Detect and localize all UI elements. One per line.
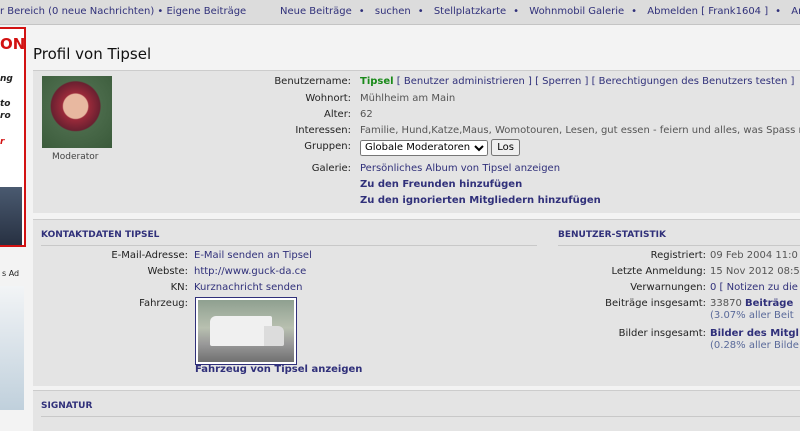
nav-gallery[interactable]: Wohnmobil Galerie [529, 6, 624, 17]
camper-cab-shape [264, 326, 284, 346]
ad-text-line: r [0, 137, 5, 147]
registered-label: Registriert: [650, 250, 706, 261]
interests-label: Interessen: [295, 125, 351, 136]
sidebar-ad-banner[interactable]: ON ng to ro r [0, 27, 26, 247]
email-label: E-Mail-Adresse: [111, 250, 188, 261]
ad-text-line: ng [0, 74, 13, 84]
stats-header: BENUTZER-STATISTIK [558, 230, 666, 240]
section-divider [558, 245, 800, 246]
gallery-link[interactable]: Persönliches Album von Tipsel anzeigen [360, 163, 560, 174]
nav-search[interactable]: suchen [375, 6, 411, 17]
camper-van-shape [210, 316, 272, 346]
images-percent: (0.28% aller Bilde [710, 340, 799, 351]
username-value: Tipsel [360, 76, 394, 87]
warnings-value[interactable]: 0 [ Notizen zu die [710, 282, 798, 293]
age-label: Alter: [324, 109, 351, 120]
page-title: Profil von Tipsel [33, 45, 152, 63]
username-label: Benutzername: [274, 76, 351, 87]
posts-count: 33870 [710, 298, 742, 309]
nav-separator: • [631, 6, 638, 17]
top-navigation-bar: r Bereich (0 neue Nachrichten) • Eigene … [0, 0, 800, 25]
images-row: Bilder des Mitgl [710, 328, 799, 339]
vehicle-thumbnail[interactable] [195, 297, 297, 365]
nav-separator: • [417, 6, 424, 17]
location-value: Mühlheim am Main [360, 93, 456, 104]
sidebar-ad-image[interactable] [0, 286, 24, 410]
contact-header: KONTAKTDATEN TIPSEL [41, 230, 160, 240]
gallery-label: Galerie: [311, 163, 351, 174]
section-divider [41, 416, 800, 417]
groups-select[interactable]: Globale Moderatoren [360, 139, 488, 156]
registered-value: 09 Feb 2004 11:0 [710, 250, 798, 261]
vehicle-label: Fahrzeug: [139, 298, 188, 309]
details-panel: KONTAKTDATEN TIPSEL E-Mail-Adresse: E-Ma… [33, 219, 800, 386]
profile-panel: Moderator Benutzername: Tipsel [ Benutze… [33, 70, 800, 213]
last-login-value: 15 Nov 2012 08:5 [710, 266, 800, 277]
admin-links[interactable]: [ Benutzer administrieren ] [ Sperren ] … [397, 76, 795, 87]
nav-new-posts[interactable]: Neue Beiträge [280, 6, 352, 17]
age-value: 62 [360, 109, 373, 120]
posts-row: 33870 Beiträge [710, 298, 793, 309]
ad-text-line: to [0, 99, 11, 109]
add-ignore-link[interactable]: Zu den ignorierten Mitgliedern hinzufüge… [360, 195, 601, 206]
ad-headline: ON [0, 35, 26, 53]
ad-text-line: ro [0, 111, 11, 121]
email-link[interactable]: E-Mail senden an Tipsel [194, 250, 312, 261]
add-friend-link[interactable]: Zu den Freunden hinzufügen [360, 179, 522, 190]
location-label: Wohnort: [305, 93, 351, 104]
nav-parking-map[interactable]: Stellplatzkarte [434, 6, 506, 17]
section-divider [41, 245, 537, 246]
interests-value: Familie, Hund,Katze,Maus, Womotouren, Le… [360, 125, 800, 136]
ad-image [0, 187, 22, 245]
groups-control: Globale Moderatoren Los [360, 139, 520, 156]
vehicle-photo [198, 300, 294, 362]
username-row: Tipsel [ Benutzer administrieren ] [ Spe… [360, 76, 794, 87]
kn-label: KN: [170, 282, 188, 293]
posts-search-link[interactable]: Beiträge [745, 298, 793, 309]
warnings-label: Verwarnungen: [630, 282, 706, 293]
signature-panel: SIGNATUR [33, 390, 800, 431]
last-login-label: Letzte Anmeldung: [611, 266, 706, 277]
user-role: Moderator [52, 152, 99, 162]
posts-label: Beiträge insgesamt: [605, 298, 706, 309]
private-area-status[interactable]: r Bereich (0 neue Nachrichten) • Eigene … [0, 6, 246, 17]
nav-logout[interactable]: Abmelden [ Frank1604 ] [647, 6, 768, 17]
main-nav-links: Neue Beiträge • suchen • Stellplatzkarte • … [280, 6, 800, 17]
posts-percent: (3.07% aller Beit [710, 310, 794, 321]
signature-header: SIGNATUR [41, 401, 93, 411]
go-button[interactable]: Los [491, 139, 520, 156]
website-link[interactable]: http://www.guck-da.ce [194, 266, 306, 277]
vehicle-link[interactable]: Fahrzeug von Tipsel anzeigen [195, 364, 362, 375]
groups-label: Gruppen: [304, 141, 351, 152]
nav-separator: • [358, 6, 365, 17]
images-label: Bilder insgesamt: [618, 328, 706, 339]
website-label: Webste: [147, 266, 188, 277]
private-message-link[interactable]: Kurznachricht senden [194, 282, 302, 293]
ad-label: s Ad [2, 269, 20, 278]
images-link[interactable]: Bilder des Mitgl [710, 328, 799, 339]
nav-separator: • [513, 6, 520, 17]
nav-separator: • [775, 6, 782, 17]
nav-ads[interactable]: Anzeigen [791, 6, 800, 17]
